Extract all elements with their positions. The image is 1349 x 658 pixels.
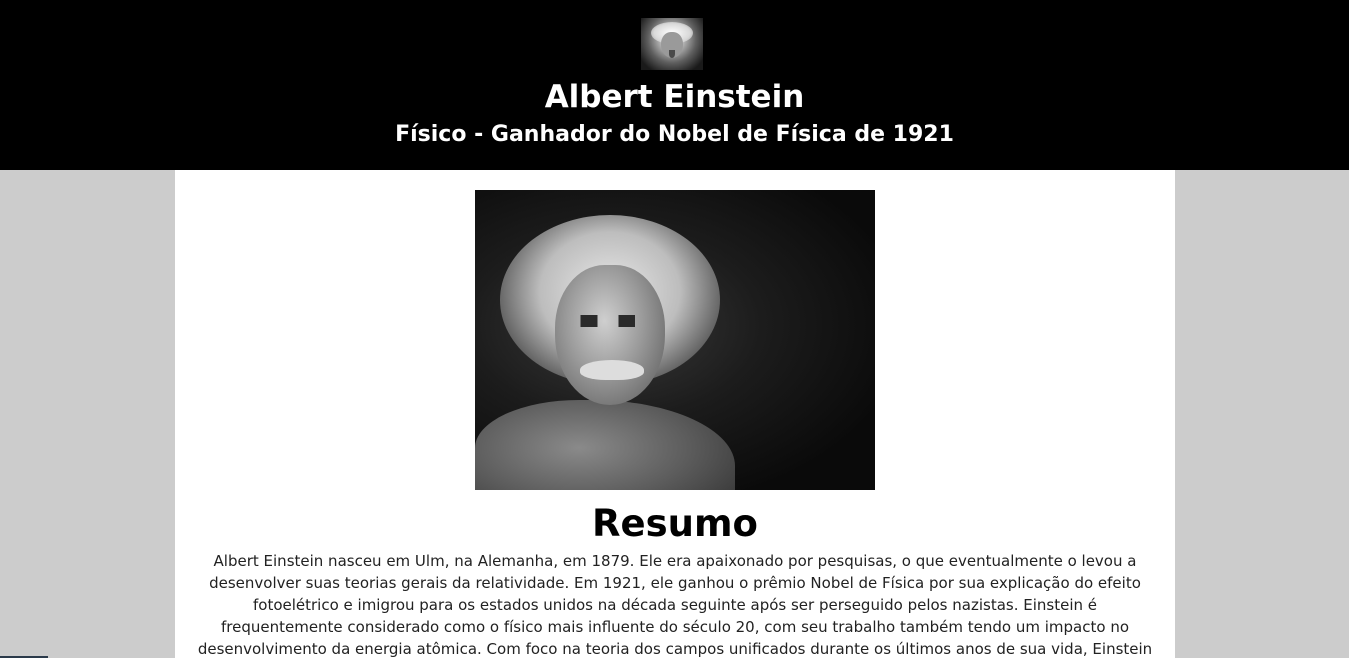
page-header: Albert Einstein Físico - Ganhador do Nob… bbox=[0, 0, 1349, 170]
page-subtitle: Físico - Ganhador do Nobel de Física de … bbox=[395, 122, 954, 147]
summary-heading: Resumo bbox=[592, 502, 758, 545]
summary-text: Albert Einstein nasceu em Ulm, na Aleman… bbox=[197, 552, 1153, 658]
einstein-avatar-icon bbox=[641, 18, 703, 70]
einstein-portrait-image bbox=[475, 190, 875, 490]
main-content: Resumo Albert Einstein nasceu em Ulm, na… bbox=[175, 170, 1175, 658]
page-title: Albert Einstein bbox=[544, 79, 805, 115]
